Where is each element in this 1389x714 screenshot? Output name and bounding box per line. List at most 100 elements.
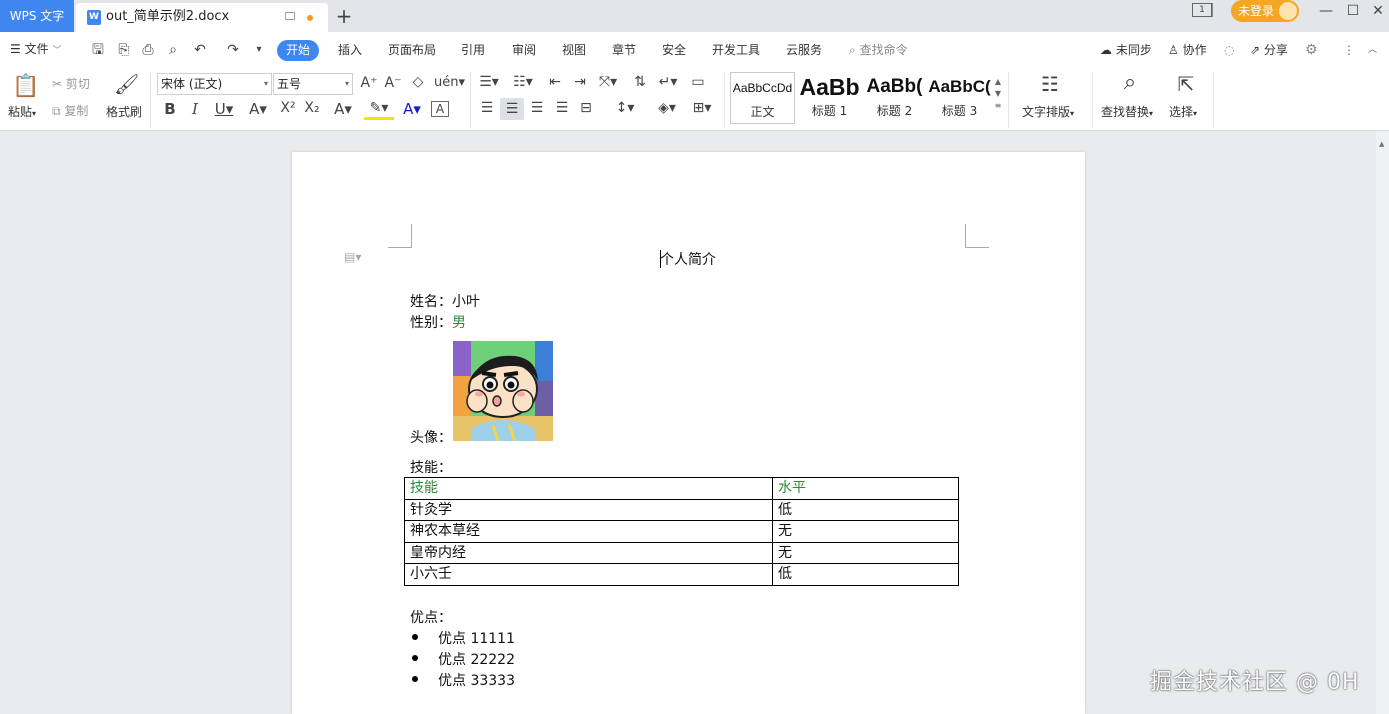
- doc-title[interactable]: 个人简介: [660, 249, 716, 269]
- align-center-icon[interactable]: ☰: [500, 98, 524, 120]
- scroll-up-icon[interactable]: ▲: [1379, 140, 1384, 148]
- format-painter-button[interactable]: 格式刷: [106, 103, 142, 120]
- bullet-list-icon[interactable]: ☰▾: [478, 74, 500, 90]
- tab-page-layout[interactable]: 页面布局: [388, 32, 436, 68]
- text-direction-icon[interactable]: ⇅: [631, 74, 649, 90]
- style-heading-3[interactable]: AaBbC( 标题 3: [927, 72, 992, 124]
- table-cell[interactable]: 神农本草经: [404, 520, 773, 543]
- app-tab[interactable]: WPS 文字: [0, 0, 74, 32]
- collapse-ribbon-icon[interactable]: ︿: [1368, 32, 1377, 68]
- table-cell[interactable]: 低: [772, 498, 959, 521]
- text-layout-icon[interactable]: ☷: [1036, 72, 1064, 96]
- text-effect-icon[interactable]: A▾: [329, 100, 357, 118]
- sync-button[interactable]: ☁ 未同步: [1100, 32, 1152, 68]
- save-icon[interactable]: 🖫: [90, 42, 106, 58]
- tab-cloud-service[interactable]: 云服务: [786, 32, 822, 68]
- bold-icon[interactable]: B: [162, 100, 178, 118]
- increase-indent-icon[interactable]: ⇥: [570, 74, 590, 90]
- more-icon[interactable]: ⋮: [1343, 32, 1355, 68]
- decrease-indent-icon[interactable]: ⇤: [545, 74, 565, 90]
- close-button[interactable]: ✕: [1363, 0, 1389, 22]
- tab-references[interactable]: 引用: [461, 32, 485, 68]
- justify-icon[interactable]: ☰: [553, 100, 571, 116]
- tab-review[interactable]: 审阅: [512, 32, 536, 68]
- table-cell[interactable]: 针灸学: [404, 498, 773, 521]
- table-row[interactable]: 小六壬 低: [404, 563, 959, 586]
- paste-icon[interactable]: 📋: [12, 74, 39, 100]
- paragraph-menu-icon[interactable]: ▤▾: [344, 250, 361, 264]
- phonetic-guide-icon[interactable]: uén▾: [434, 75, 465, 90]
- grow-font-icon[interactable]: A⁺: [360, 75, 378, 91]
- char-border-icon[interactable]: A: [431, 101, 449, 117]
- vertical-scrollbar[interactable]: ▲: [1376, 132, 1389, 714]
- italic-icon[interactable]: I: [187, 100, 203, 118]
- font-color-icon[interactable]: A▾: [398, 100, 426, 118]
- tab-developer[interactable]: 开发工具: [712, 32, 760, 68]
- avatar-image[interactable]: [453, 341, 553, 441]
- table-cell[interactable]: 皇帝内经: [404, 541, 773, 564]
- list-item[interactable]: 优点 11111: [438, 628, 515, 648]
- font-name-select[interactable]: 宋体 (正文) ▾: [157, 73, 272, 95]
- table-header-cell[interactable]: 水平: [772, 477, 959, 500]
- collab-button[interactable]: ♙ 协作: [1168, 32, 1207, 68]
- style-heading-2[interactable]: AaBb( 标题 2: [862, 72, 927, 124]
- merits-label[interactable]: 优点：: [410, 607, 452, 627]
- list-item[interactable]: 优点 22222: [438, 649, 515, 669]
- skills-label[interactable]: 技能：: [410, 457, 452, 477]
- tab-security[interactable]: 安全: [662, 32, 686, 68]
- style-normal[interactable]: AaBbCcDd 正文: [730, 72, 795, 124]
- shading-icon[interactable]: ◈▾: [653, 100, 681, 116]
- text-layout-button[interactable]: 文字排版▾: [1022, 103, 1074, 120]
- table-cell[interactable]: 无: [772, 541, 959, 564]
- chinese-layout-icon[interactable]: ⤧▾: [596, 74, 620, 90]
- find-icon[interactable]: ⌕: [1116, 70, 1144, 95]
- font-size-select[interactable]: 五号 ▾: [273, 73, 353, 95]
- cursor-select-icon[interactable]: ⇱: [1175, 72, 1197, 96]
- format-painter-icon[interactable]: 🖌: [114, 72, 139, 100]
- strikethrough-icon[interactable]: A▾: [244, 100, 272, 118]
- subscript-icon[interactable]: X₂: [302, 100, 322, 116]
- gender-line[interactable]: 性别：男: [410, 312, 466, 332]
- tab-chapter[interactable]: 章节: [612, 32, 636, 68]
- align-right-icon[interactable]: ☰: [528, 100, 546, 116]
- export-pdf-icon[interactable]: ⎘: [116, 42, 132, 58]
- align-left-icon[interactable]: ☰: [478, 100, 496, 116]
- table-header-row[interactable]: 技能 水平: [404, 477, 959, 500]
- search-command[interactable]: ⌕ 查找命令: [849, 32, 908, 68]
- styles-scroll-icon[interactable]: ▲ ▼ ≡: [992, 76, 1004, 112]
- minimize-button[interactable]: —: [1311, 0, 1341, 22]
- cut-button[interactable]: ✂ 剪切: [52, 75, 90, 92]
- list-item[interactable]: 优点 33333: [438, 670, 515, 690]
- table-cell[interactable]: 小六壬: [404, 563, 773, 586]
- table-cell[interactable]: 无: [772, 520, 959, 543]
- name-line[interactable]: 姓名：小叶: [410, 291, 480, 311]
- login-button[interactable]: 未登录: [1231, 0, 1299, 22]
- line-spacing-icon[interactable]: ↕▾: [611, 100, 639, 116]
- select-button[interactable]: 选择▾: [1169, 103, 1197, 120]
- paste-button[interactable]: 粘贴▾: [8, 103, 36, 120]
- table-cell[interactable]: 低: [772, 563, 959, 586]
- screen-icon[interactable]: [285, 12, 295, 20]
- table-row[interactable]: 神农本草经 无: [404, 520, 959, 543]
- highlight-icon[interactable]: ✎▾: [364, 100, 394, 120]
- numbered-list-icon[interactable]: ☷▾: [512, 74, 534, 90]
- print-icon[interactable]: ⎙: [140, 42, 156, 58]
- settings-icon[interactable]: ⚙: [1305, 32, 1318, 68]
- ruler-icon[interactable]: ▭: [688, 74, 708, 90]
- customize-toolbar-icon[interactable]: ▾: [251, 42, 267, 58]
- table-header-cell[interactable]: 技能: [404, 477, 773, 500]
- clear-format-icon[interactable]: ◇: [409, 74, 427, 90]
- borders-icon[interactable]: ⊞▾: [688, 100, 716, 116]
- undo-icon[interactable]: ↶: [192, 42, 208, 58]
- document-tab[interactable]: W out_简单示例2.docx: [76, 3, 328, 32]
- avatar-label[interactable]: 头像：: [410, 427, 452, 447]
- tab-home[interactable]: 开始: [277, 40, 320, 61]
- table-row[interactable]: 针灸学 低: [404, 498, 959, 521]
- tab-view[interactable]: 视图: [562, 32, 586, 68]
- show-marks-icon[interactable]: ↵▾: [656, 74, 680, 90]
- shrink-font-icon[interactable]: A⁻: [384, 75, 402, 91]
- print-preview-icon[interactable]: ⌕: [165, 42, 181, 58]
- share-button[interactable]: ⇗ 分享: [1250, 32, 1288, 68]
- redo-icon[interactable]: ↷: [225, 42, 241, 58]
- distribute-icon[interactable]: ⊟: [577, 100, 595, 116]
